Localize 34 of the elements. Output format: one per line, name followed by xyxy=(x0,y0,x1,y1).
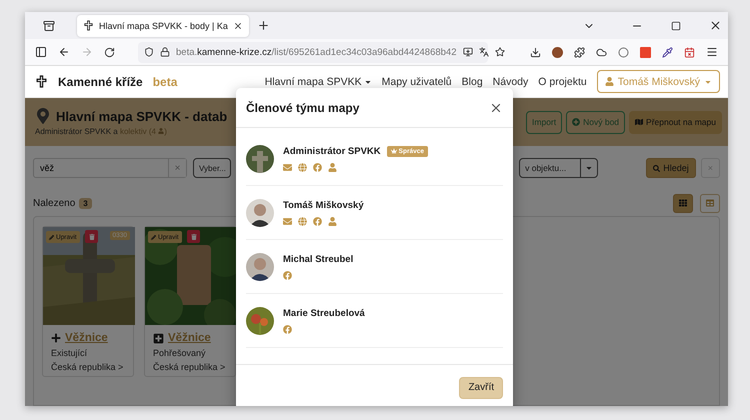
member-name: Michal Streubel xyxy=(283,254,354,264)
nav-link[interactable]: Návody xyxy=(492,76,528,88)
import-button[interactable]: Import xyxy=(526,110,562,134)
beta-label: beta xyxy=(152,74,178,88)
card-title[interactable]: Věžnice xyxy=(65,332,108,344)
brand-name: Kamenné kříže xyxy=(58,74,143,88)
nav-link[interactable]: Mapy uživatelů xyxy=(382,76,452,88)
card-location: Česká republika > xyxy=(153,362,226,372)
nav-link[interactable]: Blog xyxy=(462,76,483,88)
card-status: Pohřešovaný xyxy=(153,348,207,358)
member-name: Marie Streubelová xyxy=(283,308,365,318)
results-label: Nalezeno xyxy=(33,198,76,208)
nav-link[interactable]: O projektu xyxy=(538,76,587,88)
member-name: Administrátor SPVKK xyxy=(283,146,381,156)
reset-button[interactable]: × xyxy=(700,158,720,178)
card-title[interactable]: Věžnice xyxy=(168,332,211,344)
nav-link[interactable]: Hlavní mapa SPVKK xyxy=(264,76,372,88)
category-select[interactable]: Vyber... xyxy=(193,158,231,178)
close-dialog-button[interactable]: Zavřít xyxy=(459,376,503,398)
member-name: Tomáš Miškovský xyxy=(283,200,364,210)
search-button[interactable]: Hledej xyxy=(646,158,696,178)
new-point-button[interactable]: Nový bod xyxy=(566,110,626,134)
clear-button[interactable]: × xyxy=(168,159,186,177)
results-count: 3 xyxy=(79,198,92,208)
card-location: Česká republika > xyxy=(51,362,124,372)
search-field[interactable]: věž × xyxy=(33,158,187,178)
page-title: Hlavní mapa SPVKK - datab xyxy=(56,108,228,124)
object-select[interactable]: v objektu... xyxy=(519,158,598,178)
user-menu-button[interactable]: Tomáš Miškovský xyxy=(596,70,720,93)
tab-title: Hlavní mapa SPVKK - body | Ka xyxy=(99,20,228,30)
switch-to-map-button[interactable]: Přepnout na mapu xyxy=(629,110,722,134)
browser-tab[interactable]: Hlavní mapa SPVKK - body | Ka xyxy=(77,14,249,36)
dialog-title: Členové týmu mapy xyxy=(246,100,360,114)
card-status: Existující xyxy=(51,348,88,358)
